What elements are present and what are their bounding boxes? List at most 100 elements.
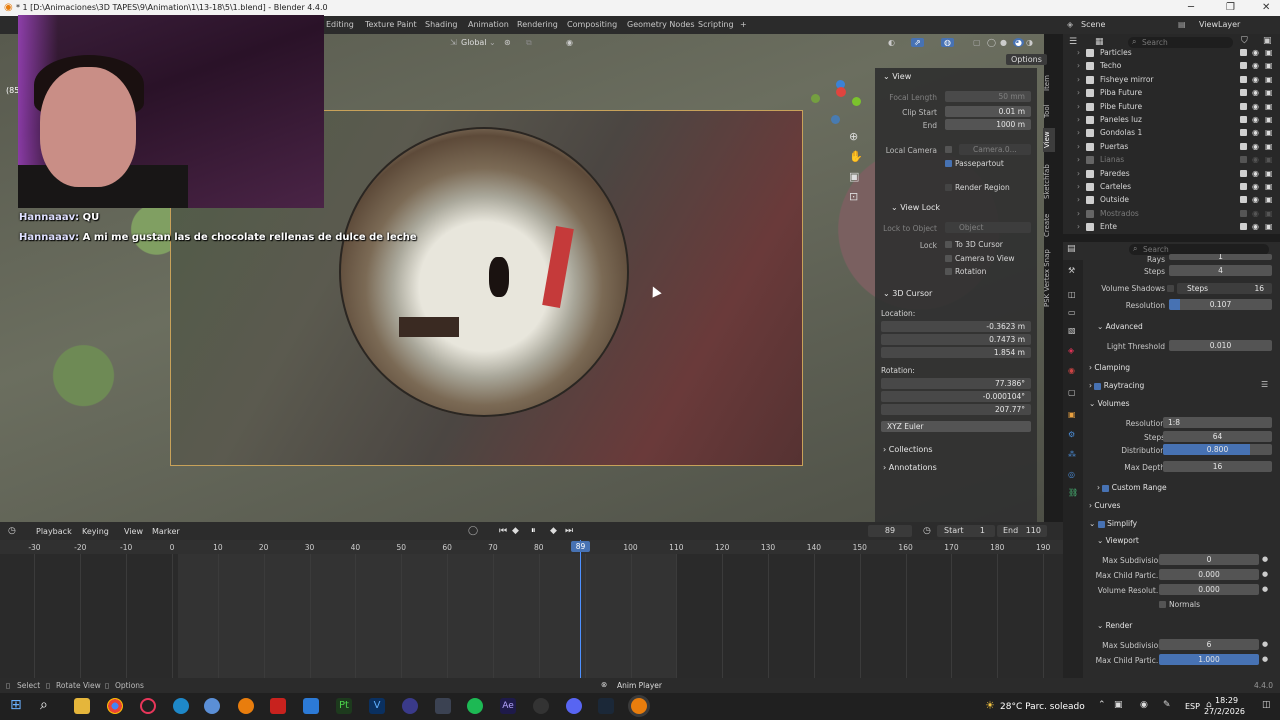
eye-visibility-icon[interactable]: ◉ xyxy=(1252,115,1259,124)
expand-arrow-icon[interactable]: › xyxy=(1077,128,1080,137)
cancel-icon[interactable]: ⊗ xyxy=(601,680,607,689)
playhead-frame-label[interactable]: 89 xyxy=(571,541,591,552)
tray-app-icon[interactable]: ◉ xyxy=(1140,700,1148,710)
minimize-button[interactable]: ─ xyxy=(1188,2,1194,13)
outliner-row[interactable]: › Puertas ◉ ▣ xyxy=(1063,141,1280,154)
keyframe-dot-icon[interactable]: ● xyxy=(1262,555,1268,563)
tab-texture-paint[interactable]: Texture Paint xyxy=(365,20,417,29)
blender-active-icon[interactable] xyxy=(631,698,647,714)
eye-visibility-icon[interactable]: ◉ xyxy=(1252,61,1259,70)
notification-icon[interactable]: ◫ xyxy=(1262,700,1271,710)
cursor-location-y[interactable]: 0.7473 m xyxy=(881,334,1031,345)
scene-tab-icon[interactable]: ◈ xyxy=(1068,346,1074,355)
render-camera-icon[interactable]: ▣ xyxy=(1265,75,1273,84)
eye-visibility-icon[interactable]: ◉ xyxy=(1252,142,1259,151)
options-dropdown[interactable]: Options xyxy=(1006,54,1047,65)
tab-view[interactable]: View xyxy=(1043,128,1055,152)
eye-visibility-icon[interactable]: ◉ xyxy=(1252,195,1259,204)
render-camera-icon[interactable]: ▣ xyxy=(1265,88,1273,97)
tray-app-icon[interactable]: ▣ xyxy=(1114,700,1123,710)
exclude-checkbox[interactable] xyxy=(1240,75,1247,83)
keyframe-dot-icon[interactable]: ● xyxy=(1262,640,1268,648)
tool-tab-icon[interactable]: ⚒ xyxy=(1068,266,1075,275)
cursor-location-z[interactable]: 1.854 m xyxy=(881,347,1031,358)
render-camera-icon[interactable]: ▣ xyxy=(1265,115,1273,124)
expand-arrow-icon[interactable]: › xyxy=(1077,102,1080,111)
keyframe-dot-icon[interactable]: ● xyxy=(1262,585,1268,593)
new-collection-icon[interactable]: ▣ xyxy=(1263,36,1272,46)
pan-hand-icon[interactable]: ✋ xyxy=(849,150,863,163)
outliner-row[interactable]: › Paredes ◉ ▣ xyxy=(1063,168,1280,181)
list-menu-icon[interactable]: ☰ xyxy=(1261,380,1268,389)
exclude-checkbox[interactable] xyxy=(1240,209,1247,217)
expand-arrow-icon[interactable]: › xyxy=(1077,88,1080,97)
view-menu[interactable]: View xyxy=(124,527,143,536)
render-camera-icon[interactable]: ▣ xyxy=(1265,142,1273,151)
playhead[interactable] xyxy=(580,540,582,678)
spotify-icon[interactable] xyxy=(467,698,483,714)
tab-create[interactable]: Create xyxy=(1043,210,1055,240)
max-child-particles-field[interactable]: 0.000 xyxy=(1159,569,1259,580)
close-button[interactable]: ✕ xyxy=(1262,2,1270,13)
view-lock-header[interactable]: ⌄ View Lock xyxy=(891,203,940,212)
local-camera-field[interactable]: Camera.0... xyxy=(959,144,1031,155)
pivot-icon[interactable]: ⊛ xyxy=(504,38,511,47)
clip-end-field[interactable]: 1000 m xyxy=(945,119,1031,130)
annotations-header[interactable]: › Annotations xyxy=(883,463,937,472)
expand-arrow-icon[interactable]: › xyxy=(1077,75,1080,84)
properties-editor-icon[interactable]: ▤ xyxy=(1067,244,1076,254)
volume-resolution-simplify-field[interactable]: 0.000 xyxy=(1159,584,1259,595)
playback-menu[interactable]: Playback xyxy=(36,527,72,536)
resolution-slider[interactable]: 0.107 xyxy=(1169,299,1272,310)
exclude-checkbox[interactable] xyxy=(1240,62,1247,70)
clamping-section[interactable]: › Clamping xyxy=(1089,363,1130,372)
clock-icon[interactable]: ◷ xyxy=(923,526,931,536)
volume-shadows-checkbox[interactable] xyxy=(1167,285,1174,292)
render-camera-icon[interactable]: ▣ xyxy=(1265,155,1273,164)
display-mode-icon[interactable]: ▦ xyxy=(1095,37,1104,47)
shading-wireframe-icon[interactable]: ◯ xyxy=(987,38,996,47)
outliner-editor-icon[interactable]: ☰ xyxy=(1069,37,1077,47)
eye-visibility-icon[interactable]: ◉ xyxy=(1252,48,1259,57)
auto-keying-icon[interactable]: ◯ xyxy=(468,526,478,536)
timeline-editor-icon[interactable]: ◷ xyxy=(8,526,16,536)
eye-visibility-icon[interactable]: ◉ xyxy=(1252,222,1259,231)
jump-end-icon[interactable]: ⏭ xyxy=(565,526,573,536)
timeline-area[interactable]: -30-20-100102030405060708090100110120130… xyxy=(0,540,1063,678)
frame-start-field[interactable]: Start 1 xyxy=(937,525,995,537)
outliner-row[interactable]: › Techo ◉ ▣ xyxy=(1063,60,1280,73)
gizmo-x-axis-icon[interactable] xyxy=(836,87,846,97)
particles-tab-icon[interactable]: ⁂ xyxy=(1068,450,1076,459)
outliner-row[interactable]: › Lianas ◉ ▣ xyxy=(1063,154,1280,167)
after-effects-icon[interactable]: Ae xyxy=(500,698,516,714)
simplify-section[interactable]: ⌄ Simplify xyxy=(1089,519,1137,528)
simplify-viewport-subsection[interactable]: ⌄ Viewport xyxy=(1097,536,1139,545)
object-tab-icon[interactable]: ▣ xyxy=(1068,410,1076,419)
render-camera-icon[interactable]: ▣ xyxy=(1265,48,1273,57)
light-threshold-field[interactable]: 0.010 xyxy=(1169,340,1272,351)
xray-icon[interactable]: ▢ xyxy=(973,38,981,47)
volume-shadows-steps-field[interactable]: Steps 16 xyxy=(1177,283,1272,294)
marker-menu[interactable]: Marker xyxy=(152,527,180,536)
eye-visibility-icon[interactable]: ◉ xyxy=(1252,128,1259,137)
expand-arrow-icon[interactable]: › xyxy=(1077,115,1080,124)
tab-editing[interactable]: Editing xyxy=(326,20,354,29)
app-icon[interactable] xyxy=(204,698,220,714)
outliner-row[interactable]: › Fisheye mirror ◉ ▣ xyxy=(1063,74,1280,87)
video-editor-icon[interactable] xyxy=(270,698,286,714)
view-layer-tab-icon[interactable]: ▧ xyxy=(1068,326,1076,335)
simplify-render-subsection[interactable]: ⌄ Render xyxy=(1097,621,1132,630)
lock-to-3d-cursor-checkbox[interactable] xyxy=(945,241,952,248)
keying-menu[interactable]: Keying xyxy=(82,527,109,536)
camera-to-view-checkbox[interactable] xyxy=(945,255,952,262)
maximize-button[interactable]: ❐ xyxy=(1226,2,1235,13)
physics-tab-icon[interactable]: ◎ xyxy=(1068,470,1075,479)
cursor-rotation-y[interactable]: -0.000104° xyxy=(881,391,1031,402)
render-camera-icon[interactable]: ▣ xyxy=(1265,222,1273,231)
exclude-checkbox[interactable] xyxy=(1240,142,1247,150)
collection-tab-icon[interactable]: ▢ xyxy=(1068,388,1076,397)
volume-resolution-select[interactable]: 1:8 xyxy=(1163,417,1272,428)
jump-keyframe-forward-icon[interactable]: ◆ xyxy=(550,526,557,536)
exclude-checkbox[interactable] xyxy=(1240,196,1247,204)
render-max-subdivision-field[interactable]: 6 xyxy=(1159,639,1259,650)
